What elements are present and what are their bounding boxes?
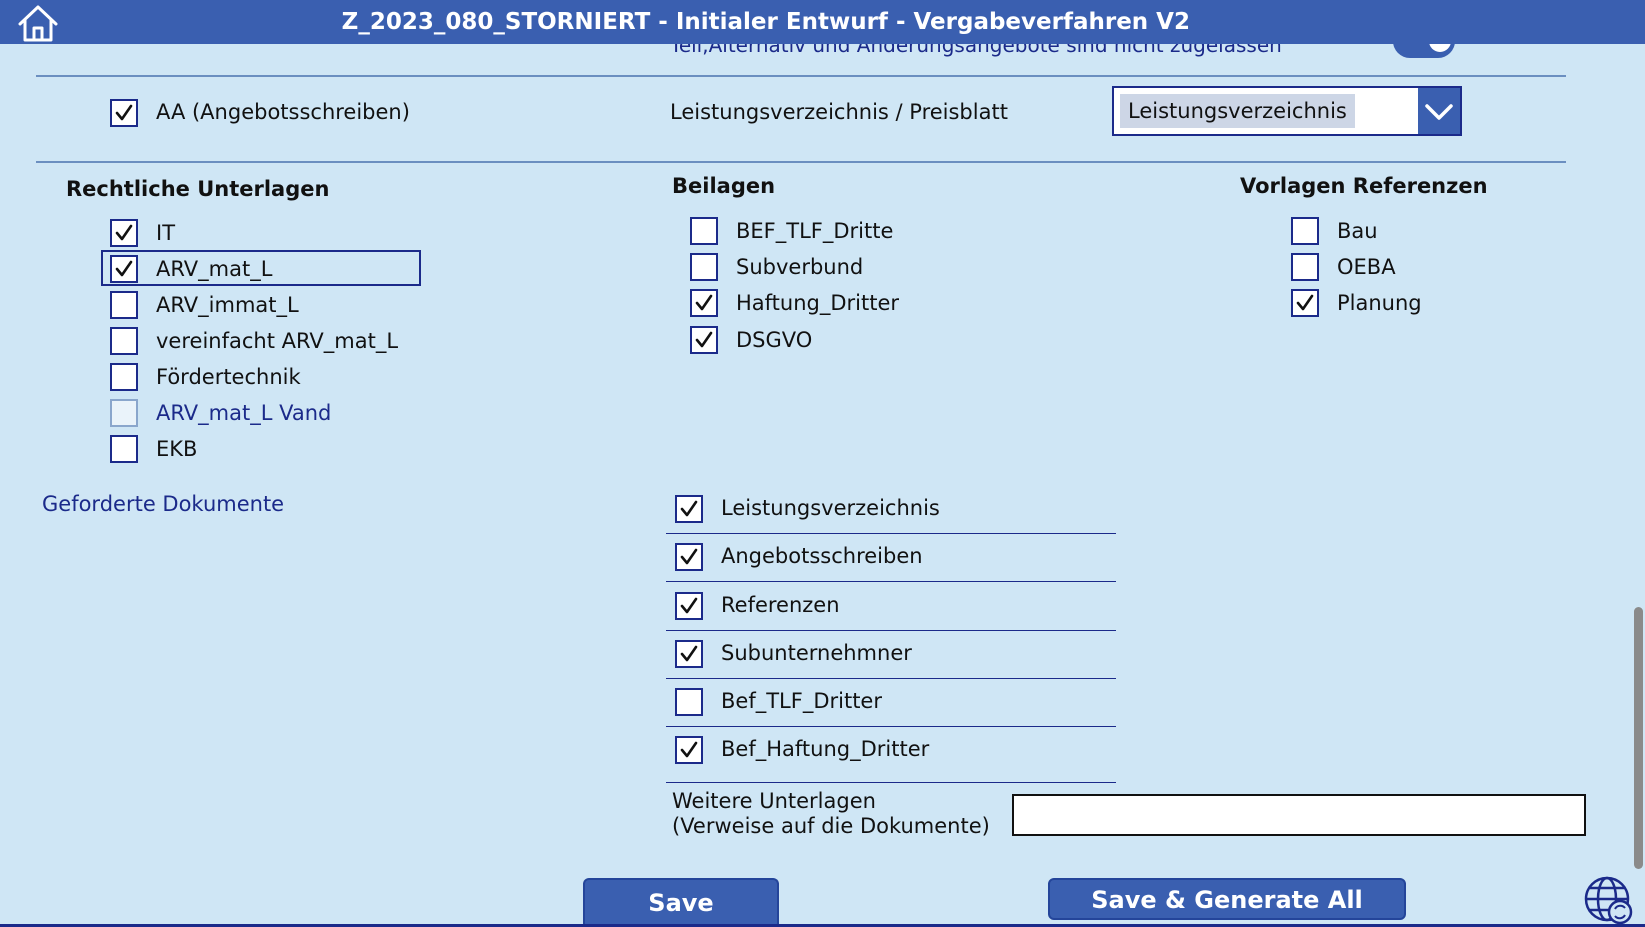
aa-label: AA (Angebotsschreiben) xyxy=(156,100,410,124)
label-arv-immat-l: ARV_immat_L xyxy=(156,293,299,317)
checkmark-icon xyxy=(680,597,698,614)
label-doc-leistungsverzeichnis: Leistungsverzeichnis xyxy=(721,496,940,520)
checkbox-bef-tlf-dritte[interactable] xyxy=(690,217,718,245)
row-divider xyxy=(666,678,1116,679)
checkbox-arv-mat-l-vand[interactable] xyxy=(110,399,138,427)
checkbox-oeba[interactable] xyxy=(1291,253,1319,281)
label-arv-mat-l-vand: ARV_mat_L Vand xyxy=(156,401,332,425)
rechtliche-heading: Rechtliche Unterlagen xyxy=(66,177,330,201)
label-bef-tlf-dritte: BEF_TLF_Dritte xyxy=(736,219,894,243)
checkmark-icon xyxy=(115,104,133,121)
checkbox-doc-leistungsverzeichnis[interactable] xyxy=(675,495,703,523)
page-title: Z_2023_080_STORNIERT - Initialer Entwurf… xyxy=(341,9,1190,35)
label-foerdertechnik: Fördertechnik xyxy=(156,365,301,389)
leistung-dropdown[interactable]: Leistungsverzeichnis xyxy=(1112,86,1462,136)
aa-checkbox[interactable] xyxy=(110,99,138,127)
save-button[interactable]: Save xyxy=(583,878,779,927)
label-haftung-dritter: Haftung_Dritter xyxy=(736,291,900,315)
checkmark-icon xyxy=(680,500,698,517)
teilangebote-label: Teil,Alternativ und Änderungsangebote si… xyxy=(670,44,1282,57)
label-it: IT xyxy=(156,221,176,245)
label-dsgvo: DSGVO xyxy=(736,328,813,352)
scrollbar[interactable] xyxy=(1634,607,1643,869)
checkmark-icon xyxy=(115,224,133,241)
weitere-unterlagen-label: Weitere Unterlagen xyxy=(672,789,876,813)
checkbox-doc-bef-haftung-dritter[interactable] xyxy=(675,736,703,764)
checkmark-icon xyxy=(115,260,133,277)
checkbox-it[interactable] xyxy=(110,219,138,247)
label-arv-mat-l: ARV_mat_L xyxy=(156,257,273,281)
vorlagen-heading: Vorlagen Referenzen xyxy=(1240,174,1488,198)
row-divider xyxy=(666,782,1116,783)
checkbox-arv-mat-l[interactable] xyxy=(110,255,138,283)
checkbox-doc-bef-tlf-dritter[interactable] xyxy=(675,688,703,716)
checkbox-dsgvo[interactable] xyxy=(690,326,718,354)
checkmark-icon xyxy=(680,548,698,565)
globe-sync-icon[interactable] xyxy=(1583,875,1633,925)
save-generate-all-button[interactable]: Save & Generate All xyxy=(1048,878,1406,920)
checkbox-doc-angebotsschreiben[interactable] xyxy=(675,543,703,571)
title-bar: Z_2023_080_STORNIERT - Initialer Entwurf… xyxy=(0,0,1645,44)
checkbox-foerdertechnik[interactable] xyxy=(110,363,138,391)
checkbox-doc-referenzen[interactable] xyxy=(675,592,703,620)
dropdown-selected-value: Leistungsverzeichnis xyxy=(1120,94,1355,128)
label-bau: Bau xyxy=(1337,219,1378,243)
checkbox-doc-subunternehmner[interactable] xyxy=(675,640,703,668)
label-doc-subunternehmner: Subunternehmner xyxy=(721,641,912,665)
label-planung: Planung xyxy=(1337,291,1422,315)
label-doc-bef-haftung-dritter: Bef_Haftung_Dritter xyxy=(721,737,930,761)
row-divider xyxy=(666,581,1116,582)
checkbox-planung[interactable] xyxy=(1291,289,1319,317)
divider xyxy=(36,161,1566,163)
checkmark-icon xyxy=(695,331,713,348)
geforderte-dokumente-label: Geforderte Dokumente xyxy=(42,492,285,516)
checkmark-icon xyxy=(1296,294,1314,311)
teilangebote-toggle[interactable] xyxy=(1393,44,1455,58)
chevron-down-icon[interactable] xyxy=(1418,88,1460,134)
checkmark-icon xyxy=(680,741,698,758)
label-doc-referenzen: Referenzen xyxy=(721,593,840,617)
checkbox-vereinfacht-arv-mat-l[interactable] xyxy=(110,327,138,355)
checkbox-bau[interactable] xyxy=(1291,217,1319,245)
label-doc-bef-tlf-dritter: Bef_TLF_Dritter xyxy=(721,689,882,713)
checkbox-arv-immat-l[interactable] xyxy=(110,291,138,319)
label-oeba: OEBA xyxy=(1337,255,1396,279)
label-subverbund: Subverbund xyxy=(736,255,864,279)
row-divider xyxy=(666,630,1116,631)
checkbox-haftung-dritter[interactable] xyxy=(690,289,718,317)
weitere-unterlagen-input[interactable] xyxy=(1012,794,1586,836)
label-doc-angebotsschreiben: Angebotsschreiben xyxy=(721,544,923,568)
checkmark-icon xyxy=(680,645,698,662)
beilagen-heading: Beilagen xyxy=(672,174,776,198)
checkmark-icon xyxy=(695,294,713,311)
leistung-label: Leistungsverzeichnis / Preisblatt xyxy=(670,100,1008,124)
row-divider xyxy=(666,533,1116,534)
checkbox-subverbund[interactable] xyxy=(690,253,718,281)
row-divider xyxy=(666,726,1116,727)
weitere-unterlagen-sublabel: (Verweise auf die Dokumente) xyxy=(672,814,990,838)
checkbox-ekb[interactable] xyxy=(110,435,138,463)
label-vereinfacht-arv-mat-l: vereinfacht ARV_mat_L xyxy=(156,329,399,353)
label-ekb: EKB xyxy=(156,437,198,461)
divider xyxy=(36,75,1566,77)
